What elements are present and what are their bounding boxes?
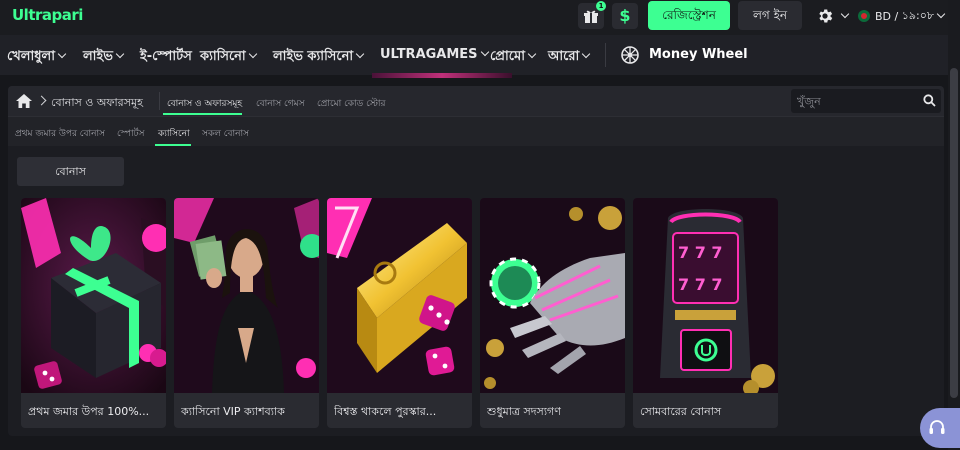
filter-bar: প্রথম জমার উপর বোনাস স্পোর্টস ক্যাসিনো স… bbox=[8, 116, 944, 146]
nav-label: লাইভ ক্যাসিনো bbox=[273, 49, 354, 64]
chevron-right-icon bbox=[36, 95, 47, 106]
bangladesh-flag-icon bbox=[858, 10, 870, 22]
nav-item-promo[interactable]: প্রোমো bbox=[490, 47, 537, 68]
slot-machine-art: 7 7 7 7 7 7 bbox=[633, 198, 778, 393]
chevron-down-icon bbox=[527, 49, 537, 59]
support-chat-button[interactable] bbox=[920, 408, 960, 448]
bonus-card-monday-bonus[interactable]: 7 7 7 7 7 7 সোমবারের বোনাস bbox=[633, 198, 778, 428]
settings-button[interactable] bbox=[816, 7, 850, 25]
active-tab-indicator bbox=[163, 113, 242, 115]
vip-woman-art bbox=[174, 198, 319, 393]
active-filter-indicator bbox=[155, 144, 191, 146]
nav-item-sports[interactable]: খেলাধুলা bbox=[7, 47, 67, 68]
gear-icon bbox=[819, 9, 833, 23]
search-input[interactable] bbox=[797, 93, 917, 109]
nav-item-more[interactable]: আরো bbox=[548, 47, 591, 68]
nav-label: প্রোমো bbox=[490, 49, 525, 64]
card-title: ক্যাসিনো VIP ক্যাশব্যাক bbox=[181, 405, 285, 418]
card-title: সোমবারের বোনাস bbox=[640, 405, 722, 418]
nav-item-casino[interactable]: ক্যাসিনো bbox=[200, 47, 257, 68]
tab-promo-code-store[interactable]: প্রোমো কোড স্টোর bbox=[317, 96, 386, 111]
bonus-card-loyalty-reward[interactable]: বিশ্বস্ত থাকলে পুরস্কার... bbox=[327, 198, 472, 428]
top-header: Ultrapari 1 $ রেজিস্ট্রেশন লগ ইন BD / ১৯… bbox=[0, 0, 948, 35]
gold-bar-art bbox=[327, 198, 472, 393]
card-title: বিশ্বস্ত থাকলে পুরস্কার... bbox=[334, 405, 437, 418]
filter-first-deposit[interactable]: প্রথম জমার উপর বোনাস bbox=[15, 126, 105, 141]
nav-label: আরো bbox=[548, 49, 580, 64]
deposit-button[interactable]: $ bbox=[612, 3, 638, 29]
tab-bonuses-offers[interactable]: বোনাস ও অফারসমূহ bbox=[167, 96, 242, 111]
bonus-card-members-only[interactable]: শুধুমাত্র সদস্যগণ bbox=[480, 198, 625, 428]
bonus-content: বোনাস ও অফারসমূহ বোনাস ও অফারসমূহ বোনাস … bbox=[8, 86, 944, 436]
main-nav: খেলাধুলা লাইভ ই-স্পোর্টস ক্যাসিনো লাইভ ক… bbox=[0, 35, 948, 75]
breadcrumb-divider bbox=[159, 92, 160, 110]
svg-text:7 7 7: 7 7 7 bbox=[678, 243, 723, 262]
robot-hand-art bbox=[480, 198, 625, 393]
nav-item-live-casino[interactable]: লাইভ ক্যাসিনো bbox=[273, 47, 365, 68]
nav-label: লাইভ bbox=[83, 49, 113, 64]
register-button[interactable]: রেজিস্ট্রেশন bbox=[648, 1, 730, 30]
chevron-down-icon bbox=[57, 49, 67, 59]
nav-label: ক্যাসিনো bbox=[200, 49, 246, 64]
scrollbar-thumb[interactable] bbox=[950, 68, 958, 398]
brand-logo[interactable]: Ultrapari bbox=[12, 6, 83, 24]
breadcrumb-current[interactable]: বোনাস ও অফারসমূহ bbox=[51, 94, 143, 113]
bonus-card-vip-cashback[interactable]: ক্যাসিনো VIP ক্যাশব্যাক bbox=[174, 198, 319, 428]
gift-button[interactable]: 1 bbox=[578, 1, 606, 29]
gift-count-badge: 1 bbox=[596, 1, 606, 11]
money-wheel-link[interactable]: Money Wheel bbox=[649, 47, 748, 62]
nav-item-ultragames[interactable]: ULTRAGAMES bbox=[380, 47, 489, 62]
headset-icon bbox=[929, 420, 945, 434]
chevron-down-icon bbox=[248, 49, 257, 59]
bonus-category-chip[interactable]: বোনাস bbox=[17, 157, 124, 186]
chevron-down-icon bbox=[840, 9, 850, 19]
nav-label: খেলাধুলা bbox=[7, 49, 56, 64]
filter-sports[interactable]: স্পোর্টস bbox=[117, 126, 144, 141]
chevron-down-icon bbox=[480, 47, 489, 57]
gift-box-art bbox=[21, 198, 166, 393]
nav-label: ই-স্পোর্টস bbox=[140, 49, 192, 64]
wheel-icon[interactable] bbox=[621, 46, 639, 64]
chevron-down-icon bbox=[115, 49, 125, 59]
chevron-down-icon bbox=[355, 49, 365, 59]
nav-label: ULTRAGAMES bbox=[380, 47, 478, 62]
region-selector[interactable]: BD / ১৯:০৮ bbox=[858, 8, 946, 24]
nav-item-esports[interactable]: ই-স্পোর্টস bbox=[140, 47, 192, 68]
svg-text:7 7 7: 7 7 7 bbox=[678, 275, 723, 294]
tab-bonus-games[interactable]: বোনাস গেমস bbox=[256, 96, 305, 111]
promo-banner-strip[interactable] bbox=[372, 73, 512, 78]
filter-casino[interactable]: ক্যাসিনো bbox=[158, 126, 190, 141]
login-button[interactable]: লগ ইন bbox=[738, 1, 802, 30]
filter-all-bonuses[interactable]: সকল বোনাস bbox=[202, 126, 249, 141]
nav-divider bbox=[605, 43, 606, 67]
region-country: BD bbox=[875, 9, 892, 23]
search-box[interactable] bbox=[791, 89, 941, 113]
card-title: শুধুমাত্র সদস্যগণ bbox=[487, 405, 561, 418]
home-icon[interactable] bbox=[16, 94, 32, 108]
bonus-card-first-deposit[interactable]: প্রথম জমার উপর 100%... bbox=[21, 198, 166, 428]
chevron-down-icon bbox=[582, 49, 591, 59]
region-time: ১৯:০৮ bbox=[901, 8, 935, 22]
card-title: প্রথম জমার উপর 100%... bbox=[28, 405, 150, 418]
search-icon[interactable] bbox=[923, 94, 936, 107]
breadcrumb-bar: বোনাস ও অফারসমূহ বোনাস ও অফারসমূহ বোনাস … bbox=[8, 86, 944, 116]
gift-icon bbox=[584, 10, 598, 23]
nav-item-live[interactable]: লাইভ bbox=[83, 47, 125, 68]
chevron-down-icon bbox=[936, 9, 946, 19]
region-divider: / bbox=[891, 9, 902, 23]
